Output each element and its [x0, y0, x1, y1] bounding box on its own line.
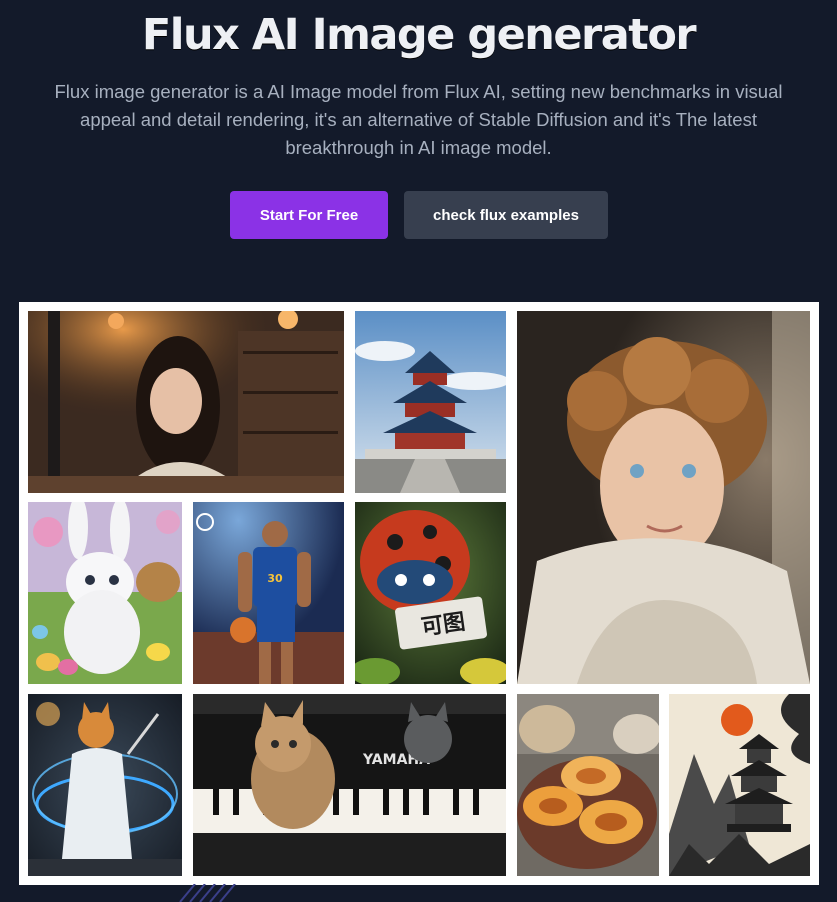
- start-for-free-button[interactable]: Start For Free: [230, 191, 388, 239]
- hero-subtitle: Flux image generator is a AI Image model…: [54, 81, 783, 158]
- gallery-image-temple[interactable]: [355, 311, 506, 493]
- gallery-image-mooncakes[interactable]: [517, 694, 659, 876]
- gallery-image-piano-kittens[interactable]: YAMAHA: [193, 694, 506, 876]
- gallery-image-boy[interactable]: [517, 311, 810, 684]
- image-gallery: 30 可图 YAMAHA: [19, 302, 819, 885]
- page-title: Flux AI Image generator: [141, 10, 697, 60]
- jersey-number: 30: [267, 572, 283, 585]
- gallery-image-ladybug[interactable]: 可图: [355, 502, 506, 684]
- gallery-image-wizard-cat[interactable]: [28, 694, 182, 876]
- decorative-stripes: [179, 884, 236, 902]
- gallery-image-bunny[interactable]: [28, 502, 182, 684]
- gallery-image-ink-pagoda[interactable]: [669, 694, 810, 876]
- gallery-image-basketball[interactable]: 30: [193, 502, 344, 684]
- check-flux-examples-button[interactable]: check flux examples: [404, 191, 608, 239]
- gallery-image-woman-cafe[interactable]: [28, 311, 344, 493]
